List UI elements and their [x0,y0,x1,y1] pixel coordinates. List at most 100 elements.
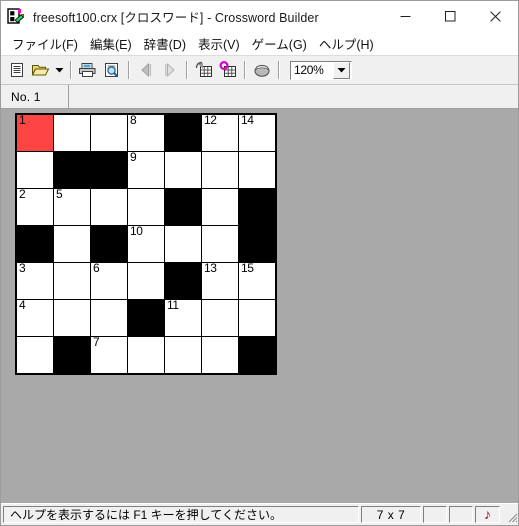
grid-cell[interactable] [91,226,127,262]
status-pane-4 [449,506,473,523]
grid-cell[interactable] [165,189,201,225]
menu-item-dictionary[interactable]: 辞書(D) [141,32,195,55]
maximize-button[interactable] [428,1,473,32]
grid-cell[interactable]: 6 [91,263,127,299]
cell-number: 14 [241,115,254,127]
minimize-button[interactable] [383,1,428,32]
chevron-down-icon [337,68,346,73]
open-folder-button[interactable] [29,58,53,82]
grid-cell[interactable] [91,189,127,225]
print-icon [79,63,96,77]
app-window: freesoft100.crx [クロスワード] - Crossword Bui… [0,0,519,526]
print-preview-icon [104,63,118,78]
grid-cell[interactable] [128,263,164,299]
grid-cell[interactable] [128,337,164,373]
grid-cell[interactable]: 13 [202,263,238,299]
resize-grip-icon [508,513,518,523]
clue-number-label: No. 1 [1,85,69,108]
grid-cell[interactable]: 4 [17,300,53,336]
crossword-grid[interactable]: 1 8 12 14 9 2 5 10 3 6 13 15 4 11 7 [17,115,275,373]
grid-cell[interactable] [239,152,275,188]
chevron-down-icon [55,68,64,73]
grid-cell[interactable] [202,300,238,336]
grid-cell[interactable] [17,152,53,188]
status-pane-3 [423,506,447,523]
grid-cell[interactable] [239,226,275,262]
menu-item-help[interactable]: ヘルプ(H) [316,32,383,55]
menu-item-game[interactable]: ゲーム(G) [249,32,316,55]
crossword-grid-frame: 1 8 12 14 9 2 5 10 3 6 13 15 4 11 7 [15,113,277,375]
next-button[interactable] [158,58,182,82]
print-preview-button[interactable] [100,58,124,82]
grid-cell[interactable] [202,152,238,188]
cell-number: 1 [19,115,26,127]
grid-cell[interactable] [239,300,275,336]
zoom-dropdown-button[interactable] [333,61,350,79]
grid-cell[interactable]: 9 [128,152,164,188]
grid-cell[interactable] [54,263,90,299]
cell-number: 15 [241,263,254,275]
grid-cell[interactable] [202,189,238,225]
grid-cell[interactable] [165,115,201,151]
grid-highlight-button[interactable] [216,58,240,82]
grid-cell[interactable]: 15 [239,263,275,299]
grid-cell[interactable] [128,189,164,225]
menu-item-file[interactable]: ファイル(F) [9,32,87,55]
grid-cell[interactable]: 3 [17,263,53,299]
print-button[interactable] [76,58,100,82]
menu-item-view[interactable]: 表示(V) [195,32,249,55]
zoom-value: 120% [294,63,324,77]
toolbar-separator-4 [244,61,246,79]
cell-number: 9 [130,152,137,164]
grid-cell[interactable]: 1 [17,115,53,151]
grid-cell[interactable] [91,115,127,151]
grid-cell[interactable] [128,300,164,336]
grid-cell[interactable] [17,226,53,262]
grid-cell[interactable] [17,337,53,373]
grid-cell[interactable]: 7 [91,337,127,373]
close-icon [490,11,501,22]
menu-bar: ファイル(F) 編集(E) 辞書(D) 表示(V) ゲーム(G) ヘルプ(H) [1,32,518,56]
grid-cell[interactable] [54,226,90,262]
grid-cell[interactable]: 5 [54,189,90,225]
resize-grip[interactable] [502,506,518,523]
grid-cell[interactable]: 2 [17,189,53,225]
grid-cell[interactable] [54,152,90,188]
grid-cell[interactable] [239,189,275,225]
grid-cell[interactable]: 14 [239,115,275,151]
open-folder-icon [31,65,50,76]
grid-cell[interactable] [54,300,90,336]
cell-number: 7 [93,337,100,349]
sound-note-icon[interactable]: ♪ [475,506,500,523]
zoom-combo[interactable]: 120% [290,60,352,80]
grid-cell[interactable]: 10 [128,226,164,262]
grid-cell[interactable] [165,263,201,299]
grid-cell[interactable] [202,337,238,373]
grid-cell[interactable] [54,337,90,373]
menu-item-edit[interactable]: 編集(E) [87,32,141,55]
open-dropdown-button[interactable] [53,58,66,82]
grid-cell[interactable]: 12 [202,115,238,151]
grid-cell[interactable] [165,337,201,373]
grid-cell[interactable] [165,152,201,188]
cell-number: 8 [130,115,137,127]
grid-cell[interactable] [202,226,238,262]
window-controls [383,1,518,32]
previous-button[interactable] [134,58,158,82]
toolbar-separator-3 [186,61,188,79]
toolbar: 120% [1,56,518,85]
grid-cell[interactable] [91,300,127,336]
new-document-button[interactable] [5,58,29,82]
globe-button[interactable] [250,58,274,82]
grid-cell[interactable] [239,337,275,373]
cell-number: 5 [56,189,63,201]
close-button[interactable] [473,1,518,32]
cell-number: 4 [19,300,26,312]
grid-cell[interactable] [91,152,127,188]
grid-cell[interactable]: 11 [165,300,201,336]
grid-cell[interactable] [165,226,201,262]
new-document-icon [11,63,23,77]
grid-cell[interactable]: 8 [128,115,164,151]
grid-insert-button[interactable] [192,58,216,82]
grid-cell[interactable] [54,115,90,151]
